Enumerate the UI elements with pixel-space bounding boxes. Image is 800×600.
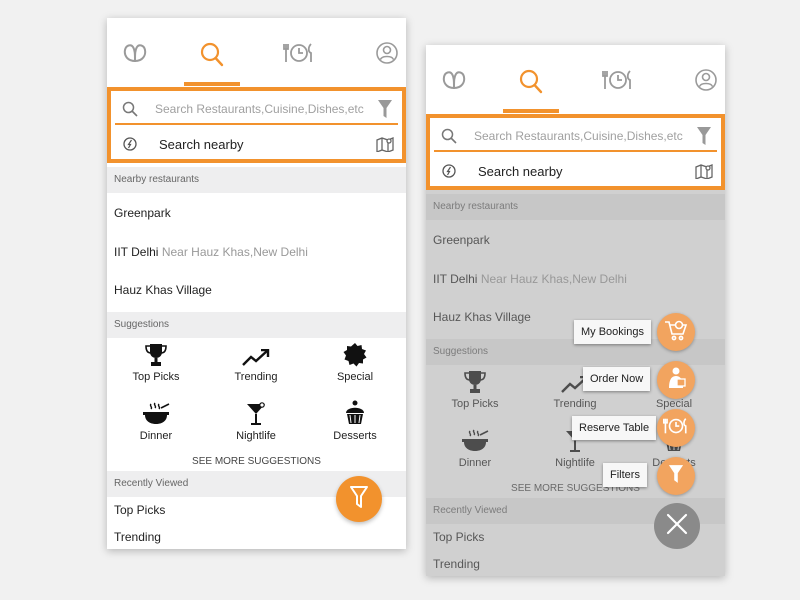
recent-item[interactable]: Trending [114, 530, 161, 544]
nearby-item-name: IIT Delhi [114, 245, 159, 259]
suggestion-label: Trending [234, 371, 278, 383]
compass-icon [434, 164, 464, 178]
pretzel-icon [441, 69, 467, 105]
user-icon [376, 42, 398, 78]
recent-item[interactable]: Top Picks [114, 503, 165, 517]
filters-label[interactable]: Filters [603, 463, 647, 487]
search-icon [199, 42, 225, 78]
tab-search[interactable] [503, 69, 559, 113]
special-badge-icon [310, 343, 400, 367]
suggestion-label: Nightlife [236, 430, 276, 442]
reserve-table-button[interactable] [657, 409, 695, 447]
filter-icon[interactable] [691, 127, 717, 145]
nearby-item-location: Near Hauz Khas,New Delhi [161, 245, 308, 259]
search-input[interactable]: Search Restaurants,Cuisine,Dishes,etc [115, 95, 398, 125]
suggestion-trending[interactable]: Trending [211, 343, 301, 383]
tab-profile[interactable] [686, 69, 725, 105]
cupcake-icon [310, 400, 400, 426]
nearby-item-name: Hauz Khas Village [114, 283, 212, 297]
filters-button[interactable] [657, 457, 695, 495]
order-now-label[interactable]: Order Now [583, 367, 651, 391]
search-nearby-row[interactable]: Search nearby [434, 156, 717, 186]
search-placeholder: Search Restaurants,Cuisine,Dishes,etc [155, 102, 364, 116]
suggestion-special[interactable]: Special [310, 343, 400, 383]
reserve-table-label[interactable]: Reserve Table [572, 416, 657, 440]
tab-search[interactable] [184, 42, 240, 86]
suggestion-top-picks[interactable]: Top Picks [111, 343, 201, 383]
close-fab-menu-button[interactable] [654, 503, 700, 549]
see-more-suggestions-link[interactable]: SEE MORE SUGGESTIONS [107, 456, 406, 467]
nearby-item[interactable]: IIT Delhi Near Hauz Khas,New Delhi [114, 245, 308, 259]
meal-clock-icon [663, 416, 689, 441]
nearby-item[interactable]: Hauz Khas Village [114, 283, 212, 297]
meal-clock-icon [602, 69, 634, 105]
suggestion-dinner[interactable]: Dinner [111, 402, 201, 442]
tab-profile[interactable] [367, 42, 406, 78]
close-icon [665, 512, 689, 541]
order-now-button[interactable] [657, 361, 695, 399]
suggestions-header: Suggestions [107, 312, 406, 338]
suggestion-nightlife[interactable]: Nightlife [211, 402, 301, 442]
tab-bar [426, 45, 725, 113]
tab-bar [107, 18, 406, 86]
my-bookings-button[interactable] [657, 313, 695, 351]
cocktail-icon [211, 402, 301, 426]
nearby-item[interactable]: Greenpark [114, 206, 171, 220]
search-box: Search Restaurants,Cuisine,Dishes,etc Se… [426, 114, 725, 190]
dinner-bowl-icon [111, 402, 201, 426]
search-icon [434, 128, 464, 144]
suggestion-label: Top Picks [132, 371, 180, 383]
my-bookings-label[interactable]: My Bookings [574, 320, 651, 344]
compass-icon [115, 137, 145, 151]
filter-icon [668, 464, 684, 489]
search-input[interactable]: Search Restaurants,Cuisine,Dishes,etc [434, 122, 717, 152]
search-nearby-label: Search nearby [159, 136, 244, 152]
tab-home[interactable] [434, 69, 474, 105]
search-box: Search Restaurants,Cuisine,Dishes,etc Se… [107, 87, 406, 163]
tab-reservations[interactable] [598, 69, 638, 105]
suggestion-desserts[interactable]: Desserts [310, 400, 400, 442]
pretzel-icon [122, 42, 148, 78]
map-icon[interactable] [691, 163, 717, 179]
user-icon [695, 69, 717, 105]
trophy-icon [111, 343, 201, 367]
filter-fab-button[interactable] [336, 476, 382, 522]
search-icon [115, 101, 145, 117]
suggestion-label: Desserts [333, 430, 377, 442]
nearby-header: Nearby restaurants [107, 167, 406, 193]
search-nearby-label: Search nearby [478, 163, 563, 179]
filter-icon [350, 485, 368, 513]
search-screen: Search Restaurants,Cuisine,Dishes,etc Se… [107, 18, 406, 549]
suggestion-label: Special [336, 371, 374, 383]
nearby-item-name: Greenpark [114, 206, 171, 220]
cart-icon [664, 319, 688, 346]
search-icon [518, 69, 544, 105]
map-icon[interactable] [372, 136, 398, 152]
tab-home[interactable] [115, 42, 155, 78]
meal-clock-icon [283, 42, 315, 78]
filter-icon[interactable] [372, 100, 398, 118]
suggestion-label: Dinner [139, 430, 173, 442]
trending-icon [211, 343, 301, 367]
tab-reservations[interactable] [279, 42, 319, 78]
search-nearby-row[interactable]: Search nearby [115, 129, 398, 159]
delivery-icon [664, 366, 688, 395]
search-placeholder: Search Restaurants,Cuisine,Dishes,etc [474, 129, 683, 143]
search-screen-fab-open: Search Restaurants,Cuisine,Dishes,etc Se… [426, 45, 725, 576]
